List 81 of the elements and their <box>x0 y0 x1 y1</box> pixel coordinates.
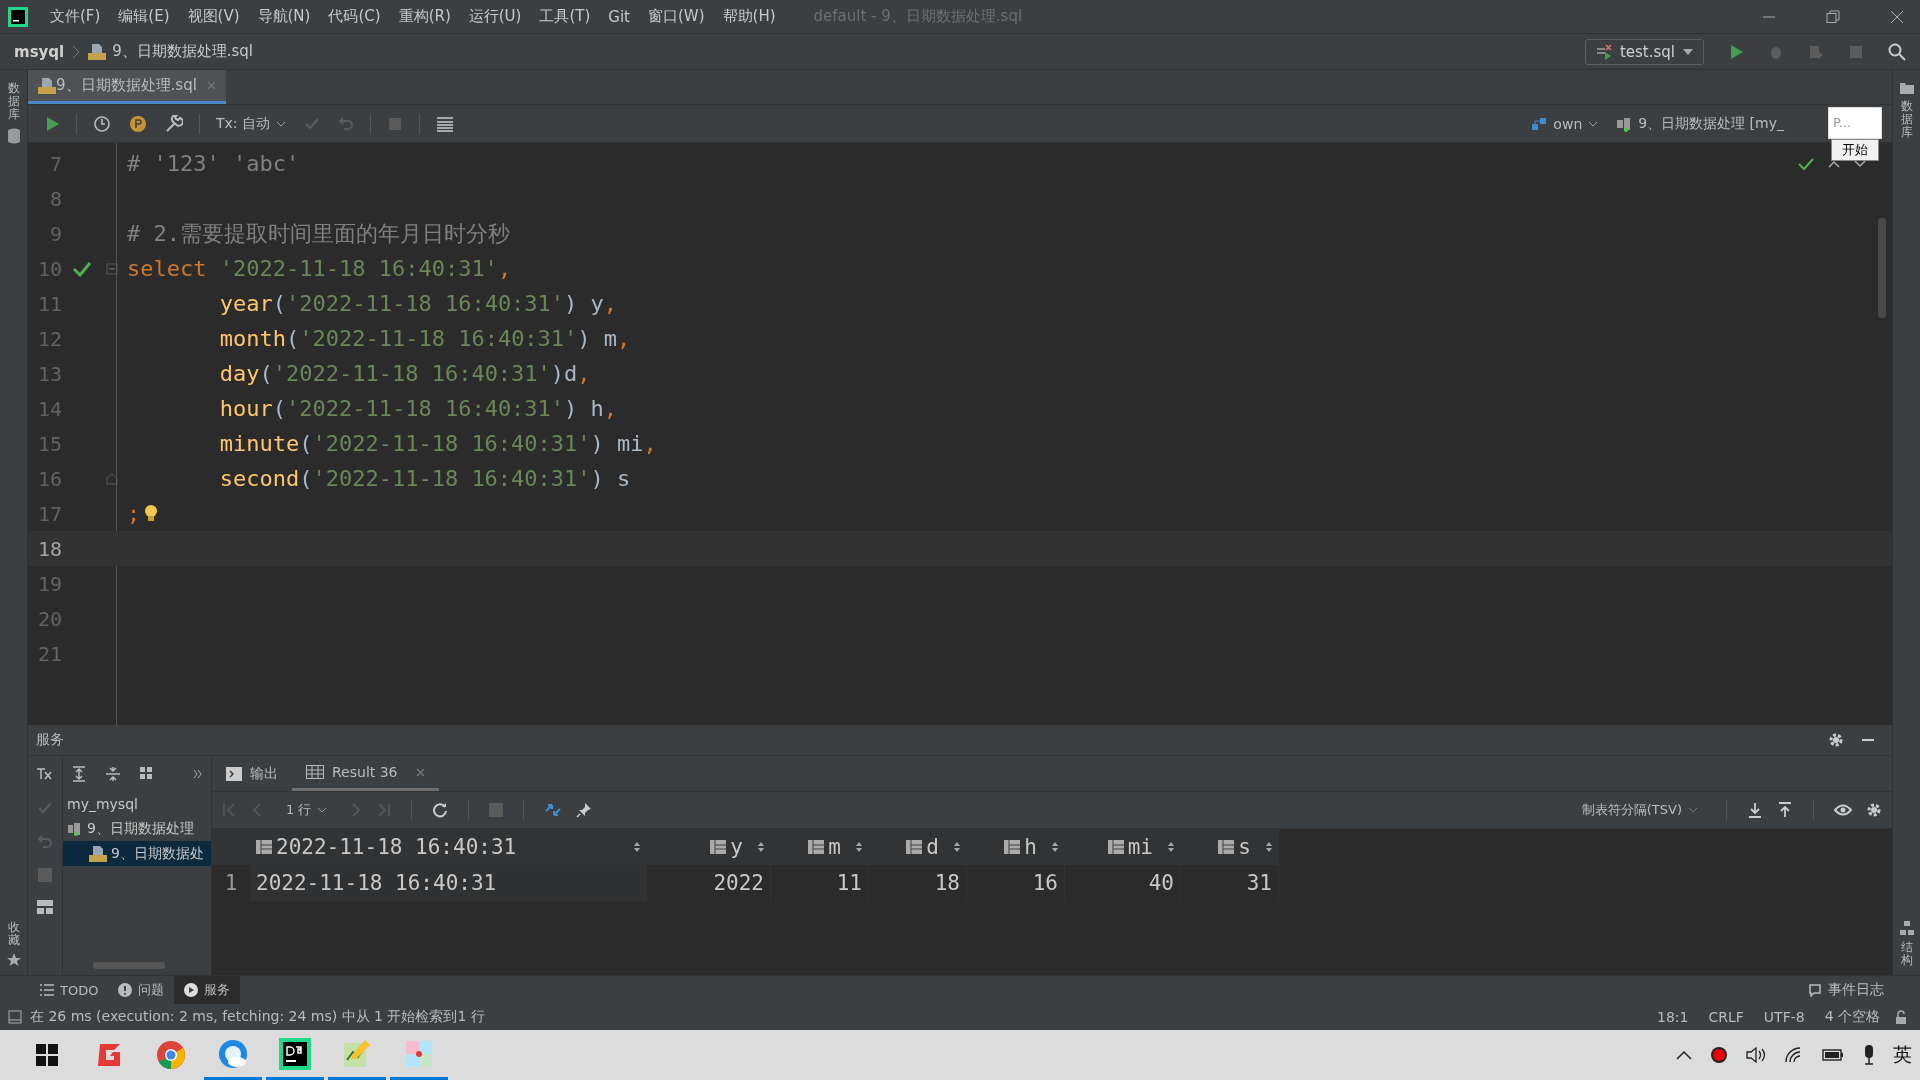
line-number: 10 <box>36 256 62 281</box>
line-number: 9 <box>48 221 62 246</box>
start-button[interactable]: 开始 <box>1831 139 1879 161</box>
code-line: hour('2022-11-18 16:40:31') h, <box>218 396 618 421</box>
breadcrumb-file[interactable]: 9、日期数据处理.sql <box>88 42 254 61</box>
line-number: 21 <box>36 641 62 666</box>
table-cell[interactable]: 2022 <box>647 865 771 901</box>
code-line: year('2022-11-18 16:40:31') y, <box>218 291 618 316</box>
page-size-dropdown[interactable]: 1 行 <box>278 799 336 821</box>
line-number: 19 <box>36 571 62 596</box>
input-method-indicator[interactable]: 英 <box>1893 1042 1912 1068</box>
panel-title: 服务 <box>36 731 64 749</box>
row-number: 1 <box>223 871 239 895</box>
column-header[interactable]: d <box>869 835 967 859</box>
project-name[interactable]: msyql <box>14 42 65 61</box>
table-cell[interactable]: 31 <box>1181 865 1279 901</box>
result-tab[interactable]: 输出 <box>212 756 292 791</box>
code-line: ; <box>126 501 141 526</box>
tool-window-tab[interactable]: TODO <box>30 976 109 1004</box>
column-header[interactable]: y <box>647 835 771 859</box>
indent-setting[interactable]: 4 个空格 <box>1824 1008 1880 1026</box>
code-line: select '2022-11-18 16:40:31', <box>126 256 512 281</box>
menu-item[interactable]: Git <box>600 7 638 26</box>
line-number: 20 <box>36 606 62 631</box>
menu-item[interactable]: 文件(F) <box>42 7 109 26</box>
file-encoding[interactable]: UTF-8 <box>1763 1009 1805 1025</box>
code-line: month('2022-11-18 16:40:31') m, <box>218 326 631 351</box>
tool-window-tab[interactable]: 服务 <box>174 976 241 1004</box>
code-line: minute('2022-11-18 16:40:31') mi, <box>218 431 657 456</box>
run-config-dropdown[interactable]: test.sql <box>1584 38 1704 65</box>
menu-item[interactable]: 视图(V) <box>179 7 248 26</box>
line-number: 14 <box>36 396 62 421</box>
menu-item[interactable]: 重构(R) <box>390 7 459 26</box>
table-cell[interactable]: 11 <box>771 865 869 901</box>
code-line: # 2.需要提取时间里面的年月日时分秒 <box>126 219 510 248</box>
table-cell[interactable]: 40 <box>1065 865 1181 901</box>
caret-position[interactable]: 18:1 <box>1657 1009 1689 1025</box>
line-number: 8 <box>48 186 62 211</box>
table-cell[interactable]: 2022-11-18 16:40:31 <box>250 865 647 901</box>
event-log-button[interactable]: 事件日志 <box>1800 979 1892 1001</box>
database-tool-tab[interactable]: 数据库 <box>1900 100 1913 140</box>
transaction-mode-dropdown[interactable]: Tx: 自动 <box>208 112 294 135</box>
column-header[interactable]: s <box>1181 835 1279 859</box>
line-number: 17 <box>36 501 62 526</box>
menu-item[interactable]: 编辑(E) <box>110 7 178 26</box>
line-number: 18 <box>36 536 62 561</box>
line-number: 11 <box>36 291 62 316</box>
database-tool-tab[interactable]: 数据库 <box>7 82 20 122</box>
line-number: 16 <box>36 466 62 491</box>
menu-item[interactable]: 帮助(H) <box>714 7 784 26</box>
column-header[interactable]: m <box>771 835 869 859</box>
menu-item[interactable]: 导航(N) <box>249 7 319 26</box>
tree-item[interactable]: 9、日期数据处 <box>63 841 211 866</box>
menu-item[interactable]: 工具(T) <box>531 7 599 26</box>
favorites-tool-tab[interactable]: 收藏 <box>7 920 20 947</box>
code-line: day('2022-11-18 16:40:31')d, <box>218 361 591 386</box>
line-number: 13 <box>36 361 62 386</box>
tree-item[interactable]: my_mysql <box>63 791 211 816</box>
column-header[interactable]: 2022-11-18 16:40:31 <box>250 835 647 859</box>
tool-window-tab[interactable]: 问题 <box>108 976 175 1004</box>
result-tab[interactable]: Result 36 <box>292 756 439 791</box>
export-format-dropdown[interactable]: 制表符分隔(TSV) <box>1573 799 1706 821</box>
menu-item[interactable]: 代码(C) <box>320 7 389 26</box>
status-message: 在 26 ms (execution: 2 ms, fetching: 24 ms) 中从 1 开始检索到1 行 <box>30 1008 485 1026</box>
table-cell[interactable]: 16 <box>967 865 1065 901</box>
structure-tool-tab[interactable]: 结构 <box>1900 940 1913 967</box>
editor-tab[interactable]: 9、日期数据处理.sql <box>28 70 226 104</box>
code-line: # '123' 'abc' <box>126 151 300 176</box>
schema-dropdown[interactable]: own <box>1523 113 1607 134</box>
line-number: 7 <box>48 151 62 176</box>
line-number: 12 <box>36 326 62 351</box>
tree-item[interactable]: 9、日期数据处理 <box>63 816 211 841</box>
line-separator[interactable]: CRLF <box>1708 1009 1744 1025</box>
code-line: second('2022-11-18 16:40:31') s <box>218 466 631 491</box>
column-header[interactable]: h <box>967 835 1065 859</box>
line-number: 15 <box>36 431 62 456</box>
table-cell[interactable]: 18 <box>869 865 967 901</box>
session-dropdown[interactable]: 9、日期数据处理 [my_ <box>1608 112 1792 135</box>
menu-item[interactable]: 窗口(W) <box>640 7 713 26</box>
menu-item[interactable]: 运行(U) <box>460 7 530 26</box>
column-header[interactable]: mi <box>1065 835 1181 859</box>
